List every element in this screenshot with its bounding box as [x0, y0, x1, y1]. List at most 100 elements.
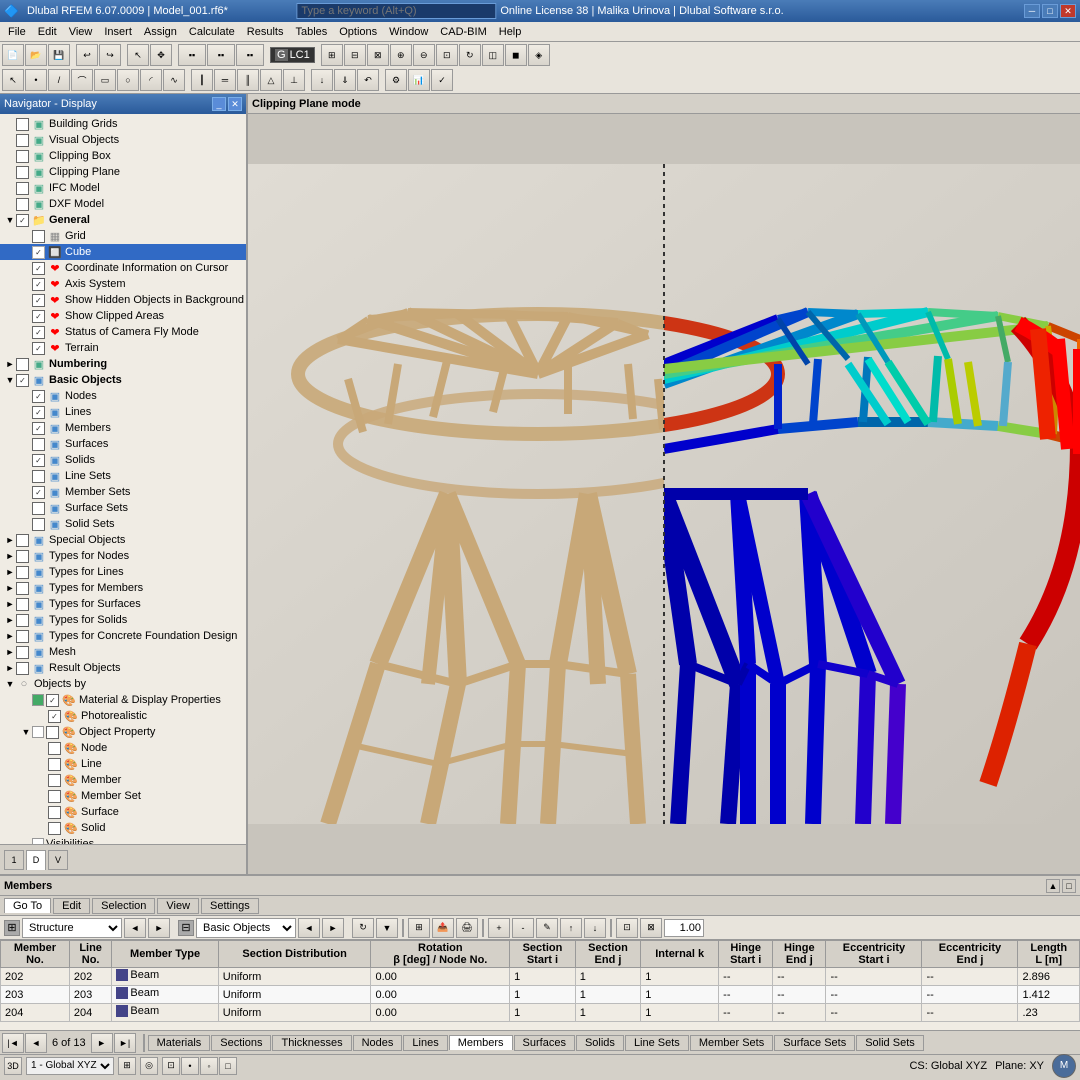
result-btn[interactable]: 📊 [408, 69, 430, 91]
minimize-button[interactable]: ─ [1024, 4, 1040, 18]
tree-types-solids[interactable]: ► ▣ Types for Solids [0, 612, 246, 628]
tree-visual-objects[interactable]: ▣ Visual Objects [0, 132, 246, 148]
checkbox-members[interactable] [32, 422, 45, 435]
move-button[interactable]: ✥ [150, 44, 172, 66]
tree-types-members[interactable]: ► ▣ Types for Members [0, 580, 246, 596]
nav-tab-view[interactable]: V [48, 850, 68, 870]
checkbox-terrain[interactable] [32, 342, 45, 355]
tree-general[interactable]: ▼ 📁 General [0, 212, 246, 228]
load-btn[interactable]: ↓ [311, 69, 333, 91]
checkbox-typeconcrete[interactable] [16, 630, 29, 643]
col-rotation[interactable]: Rotationβ [deg] / Node No. [371, 941, 510, 968]
filter-btn[interactable]: ▼ [376, 918, 398, 938]
checkbox-clipbox[interactable] [16, 150, 29, 163]
tree-camera-fly[interactable]: ❤ Status of Camera Fly Mode [0, 324, 246, 340]
export-btn[interactable]: 📤 [432, 918, 454, 938]
checkbox-typesurfaces[interactable] [16, 598, 29, 611]
tree-photorealistic[interactable]: 🎨 Photorealistic [0, 708, 246, 724]
tab-go-to[interactable]: Go To [4, 898, 51, 913]
undo-button[interactable]: ↩ [76, 44, 98, 66]
tree-memberset-prop[interactable]: 🎨 Member Set [0, 788, 246, 804]
tree-surfaces[interactable]: ▣ Surfaces [0, 436, 246, 452]
expand-typesolids[interactable]: ► [4, 615, 16, 625]
tab-thicknesses[interactable]: Thicknesses [272, 1035, 351, 1051]
expand-special[interactable]: ► [4, 535, 16, 545]
calc-btn[interactable]: ⚙ [385, 69, 407, 91]
checkbox-ifc[interactable] [16, 182, 29, 195]
cursor-button[interactable]: ↖ [127, 44, 149, 66]
del-row[interactable]: - [512, 918, 534, 938]
col-settings[interactable]: ⊞ [408, 918, 430, 938]
tree-building-grids[interactable]: ▣ Building Grids [0, 116, 246, 132]
poly-btn[interactable]: ⌒ [71, 69, 93, 91]
tree-types-nodes[interactable]: ► ▣ Types for Nodes [0, 548, 246, 564]
refresh-btn[interactable]: ↻ [352, 918, 374, 938]
checkbox-typemembers[interactable] [16, 582, 29, 595]
checkbox-clipped[interactable] [32, 310, 45, 323]
tree-solids[interactable]: ▣ Solids [0, 452, 246, 468]
line-draw-btn[interactable]: / [48, 69, 70, 91]
tree-member-prop[interactable]: 🎨 Member [0, 772, 246, 788]
checkbox-nodeprop[interactable] [48, 742, 61, 755]
expand-colors[interactable]: ▼ [4, 679, 16, 689]
beam-btn[interactable]: ═ [214, 69, 236, 91]
radio-objprop[interactable] [32, 726, 44, 738]
checkbox-memberprop[interactable] [48, 774, 61, 787]
tab-members-bottom[interactable]: Members [449, 1035, 513, 1050]
checkbox-hidden[interactable] [32, 294, 45, 307]
menu-file[interactable]: File [2, 24, 32, 40]
tree-mesh[interactable]: ► ▣ Mesh [0, 644, 246, 660]
expand-typesurfaces[interactable]: ► [4, 599, 16, 609]
save-button[interactable]: 💾 [48, 44, 70, 66]
panel-minimize[interactable]: ▲ [1046, 879, 1060, 893]
status-icon-3[interactable]: ◎ [140, 1057, 158, 1075]
checkbox-grid[interactable] [32, 230, 45, 243]
filter-select[interactable]: Structure [22, 918, 122, 938]
checkbox-axis[interactable] [32, 278, 45, 291]
arc-btn[interactable]: ◜ [140, 69, 162, 91]
tb-btn-1[interactable]: ▪▪ [178, 44, 206, 66]
first-page[interactable]: |◄ [2, 1033, 24, 1053]
checkbox-mesh[interactable] [16, 646, 29, 659]
filter-prev[interactable]: ◄ [124, 918, 146, 938]
tree-solid-sets[interactable]: ▣ Solid Sets [0, 516, 246, 532]
tree-axis[interactable]: ❤ Axis System [0, 276, 246, 292]
checkbox-special[interactable] [16, 534, 29, 547]
tree-types-concrete[interactable]: ► ▣ Types for Concrete Foundation Design [0, 628, 246, 644]
nav-tab-1[interactable]: 1 [4, 850, 24, 870]
next-page[interactable]: ► [91, 1033, 113, 1053]
tree-grid[interactable]: ▦ Grid [0, 228, 246, 244]
member-btn[interactable]: ┃ [191, 69, 213, 91]
tree-line-prop[interactable]: 🎨 Line [0, 756, 246, 772]
menu-options[interactable]: Options [333, 24, 383, 40]
tree-nodes[interactable]: ▣ Nodes [0, 388, 246, 404]
circ-btn[interactable]: ○ [117, 69, 139, 91]
menu-view[interactable]: View [63, 24, 99, 40]
checkbox-solidprop[interactable] [48, 822, 61, 835]
expand-basic[interactable]: ▼ [4, 375, 16, 385]
nav-close[interactable]: ✕ [228, 97, 242, 111]
checkbox-solids[interactable] [32, 454, 45, 467]
support-btn[interactable]: ⊥ [283, 69, 305, 91]
col-ecc-si[interactable]: EccentricityStart i [826, 941, 922, 968]
moment-btn[interactable]: ↶ [357, 69, 379, 91]
view-side[interactable]: ⊟ [344, 44, 366, 66]
expand-general[interactable]: ▼ [4, 215, 16, 225]
tree-result-objects[interactable]: ► ▣ Result Objects [0, 660, 246, 676]
checkbox-numbering[interactable] [16, 358, 29, 371]
new-button[interactable]: 📄 [2, 44, 24, 66]
col-section-dist[interactable]: Section Distribution [218, 941, 371, 968]
checkbox-building-grids[interactable] [16, 118, 29, 131]
checkbox-membersets[interactable] [32, 486, 45, 499]
menu-help[interactable]: Help [493, 24, 528, 40]
viewport-canvas[interactable] [248, 114, 1080, 874]
menu-tables[interactable]: Tables [289, 24, 333, 40]
checkbox-basic[interactable] [16, 374, 29, 387]
tab-surfaces-bottom[interactable]: Surfaces [514, 1035, 575, 1051]
snap-grid[interactable]: ⊡ [162, 1057, 180, 1075]
col-sec-ej[interactable]: SectionEnd j [575, 941, 641, 968]
rect-btn[interactable]: ▭ [94, 69, 116, 91]
checkbox-visual[interactable] [16, 134, 29, 147]
tree-dxf[interactable]: ▣ DXF Model [0, 196, 246, 212]
menu-insert[interactable]: Insert [98, 24, 138, 40]
